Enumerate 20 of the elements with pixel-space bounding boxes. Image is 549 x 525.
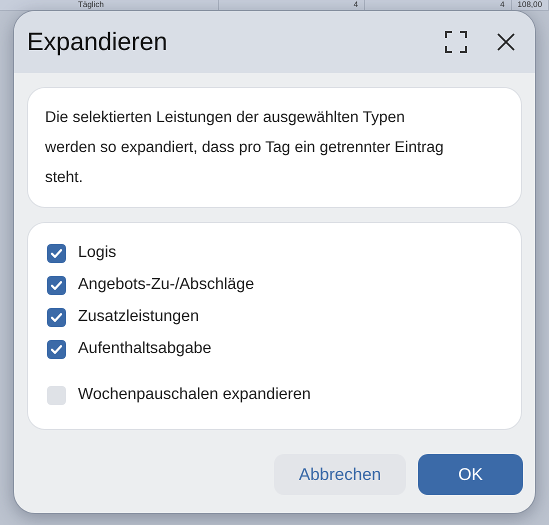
checkbox[interactable] xyxy=(47,244,66,262)
dialog-title: Expandieren xyxy=(27,28,168,56)
ok-button[interactable]: OK xyxy=(418,454,523,495)
checkbox-label: Wochenpauschalen expandieren xyxy=(78,386,311,404)
cancel-button[interactable]: Abbrechen xyxy=(274,454,406,495)
checkmark-icon xyxy=(50,342,63,356)
checkbox[interactable] xyxy=(47,308,66,326)
checkbox-label: Logis xyxy=(78,244,116,262)
checkmark-icon xyxy=(50,246,63,260)
close-icon xyxy=(497,33,515,51)
checkmark-icon xyxy=(50,278,63,292)
maximize-icon xyxy=(445,31,467,53)
checkbox-label: Zusatzleistungen xyxy=(78,308,199,326)
checkbox[interactable] xyxy=(47,340,66,358)
description-text: Die selektierten Leistungen der ausgewählten Typen werden so expandiert, dass pro Tag ein getrennter Eintrag steht. xyxy=(27,87,522,208)
checkbox-label: Angebots-Zu-/Abschläge xyxy=(78,276,254,294)
checkbox[interactable] xyxy=(47,386,66,404)
checkmark-icon xyxy=(50,310,63,324)
checkbox-label: Aufenthaltsabgabe xyxy=(78,340,212,358)
checkbox[interactable] xyxy=(47,276,66,294)
